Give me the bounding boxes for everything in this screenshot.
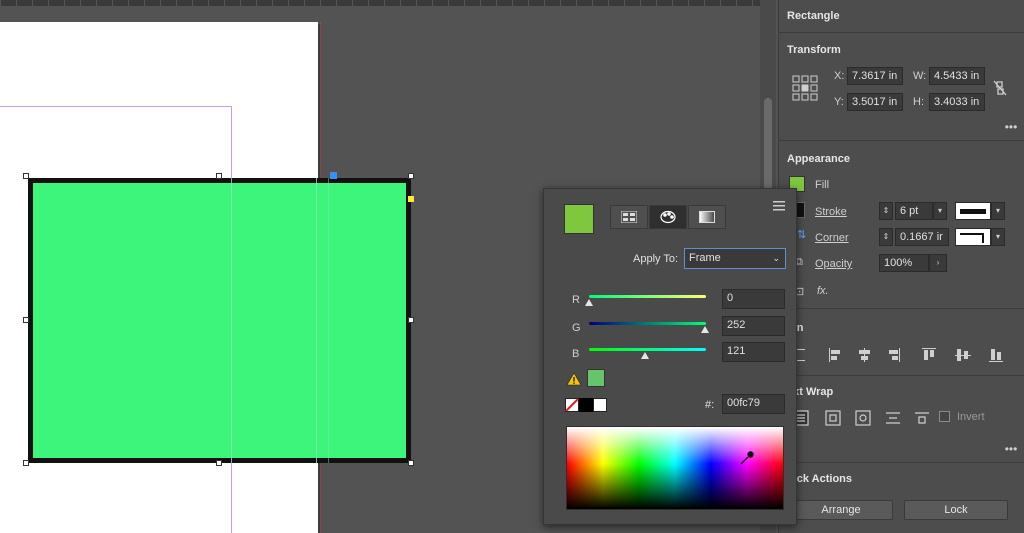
lock-button[interactable]: Lock <box>904 500 1008 520</box>
chevron-down-icon: ⌄ <box>772 253 780 263</box>
color-spectrum[interactable] <box>566 426 784 510</box>
r-slider-track[interactable] <box>589 295 706 298</box>
popup-menu-icon[interactable] <box>773 201 787 211</box>
corner-label[interactable]: Corner <box>815 232 849 244</box>
g-label: G <box>572 322 581 334</box>
y-label: Y: <box>834 96 844 108</box>
resize-handle-right[interactable] <box>408 317 414 323</box>
divider <box>779 462 1024 463</box>
x-label: X: <box>834 70 845 82</box>
arrange-button[interactable]: Arrange <box>789 500 893 520</box>
x-position-field[interactable]: 7.3617 in <box>847 67 903 85</box>
current-fill-swatch <box>564 204 594 234</box>
b-label: B <box>572 348 580 360</box>
stroke-weight-field[interactable]: 6 pt <box>895 202 933 220</box>
resize-handle-top-right[interactable] <box>408 173 414 179</box>
stroke-stepper[interactable]: ⇕ <box>879 202 893 220</box>
invert-checkbox[interactable] <box>939 411 950 422</box>
g-slider-track[interactable] <box>589 322 706 325</box>
selected-rectangle-frame[interactable] <box>28 178 411 463</box>
column-guide <box>316 178 317 463</box>
constrain-proportions-icon[interactable] <box>993 80 1007 96</box>
text-wrap-buttons-row <box>793 409 943 427</box>
gamut-corrected-swatch[interactable] <box>587 369 605 387</box>
g-slider-knob[interactable] <box>700 326 709 333</box>
text-wrap-more-button[interactable]: ••• <box>1001 440 1021 458</box>
stroke-type-dropdown[interactable]: ▾ <box>991 202 1005 220</box>
height-field[interactable]: 3.4033 in <box>929 93 985 111</box>
horizontal-ruler <box>0 0 768 6</box>
resize-handle-bottom[interactable] <box>216 460 222 466</box>
swatches-mode-button[interactable] <box>610 205 648 229</box>
content-grabber-handle[interactable] <box>330 172 337 179</box>
quick-swatches <box>565 398 607 412</box>
corner-link-icon[interactable]: ⇅ <box>797 228 806 241</box>
width-field[interactable]: 4.5433 in <box>929 67 985 85</box>
corner-radius-field[interactable]: 0.1667 ir <box>895 228 949 246</box>
align-buttons-row <box>793 346 1013 364</box>
transform-more-button[interactable]: ••• <box>1001 118 1021 136</box>
properties-panel: Rectangle Transform X: 7.3617 in W: 4.54… <box>778 0 1024 533</box>
corner-shape-preview[interactable] <box>955 228 991 246</box>
corner-stepper[interactable]: ⇕ <box>879 228 893 246</box>
corner-shape-dropdown[interactable]: ▾ <box>991 228 1005 246</box>
opacity-arrow-button[interactable]: › <box>929 254 947 272</box>
transform-title: Transform <box>787 44 841 56</box>
b-value-field[interactable]: 121 <box>722 342 785 362</box>
object-type-label: Rectangle <box>787 10 840 22</box>
column-guide <box>328 178 329 463</box>
fill-color-popup: Apply To: Frame ⌄ R 0 G 252 B 121 #: 00f… <box>543 188 797 525</box>
divider <box>779 140 1024 141</box>
y-position-field[interactable]: 3.5017 in <box>847 93 903 111</box>
g-value-field[interactable]: 252 <box>722 316 785 336</box>
w-label: W: <box>913 70 927 82</box>
stroke-label[interactable]: Stroke <box>815 206 847 218</box>
divider <box>779 375 1024 376</box>
effects-fx-button[interactable]: fx. <box>817 285 829 297</box>
out-of-gamut-warning-icon[interactable] <box>566 372 582 386</box>
eyedropper-icon[interactable] <box>740 451 754 465</box>
appearance-title: Appearance <box>787 153 850 165</box>
resize-handle-bottom-right[interactable] <box>408 460 414 466</box>
resize-handle-bottom-left[interactable] <box>23 460 29 466</box>
apply-to-label: Apply To: <box>633 253 679 265</box>
divider <box>779 308 1024 309</box>
resize-handle-left[interactable] <box>23 317 29 323</box>
divider <box>779 32 1024 33</box>
h-label: H: <box>913 96 924 108</box>
r-value-field[interactable]: 0 <box>722 289 785 309</box>
hex-value-field[interactable]: 00fc79 <box>722 394 785 414</box>
color-picker-mode-button[interactable] <box>649 205 687 229</box>
stroke-type-preview[interactable] <box>955 202 991 220</box>
stroke-weight-dropdown[interactable]: ▾ <box>933 202 947 220</box>
apply-to-value: Frame <box>689 252 721 264</box>
b-slider-knob[interactable] <box>640 352 649 359</box>
r-slider-knob[interactable] <box>585 299 593 306</box>
live-corners-handle[interactable] <box>408 196 414 202</box>
column-guide <box>231 178 232 463</box>
resize-handle-top-left[interactable] <box>23 173 29 179</box>
invert-label: Invert <box>957 411 985 423</box>
apply-to-dropdown[interactable]: Frame ⌄ <box>684 248 786 269</box>
reference-point-icon[interactable] <box>791 74 819 102</box>
opacity-field[interactable]: 100% <box>879 254 929 272</box>
hex-label: #: <box>705 399 715 411</box>
b-slider-track[interactable] <box>589 348 706 351</box>
fill-label: Fill <box>815 179 830 191</box>
opacity-label[interactable]: Opacity <box>815 258 852 270</box>
gradient-mode-button[interactable] <box>688 205 726 229</box>
resize-handle-top[interactable] <box>216 173 222 179</box>
r-label: R <box>572 294 580 306</box>
